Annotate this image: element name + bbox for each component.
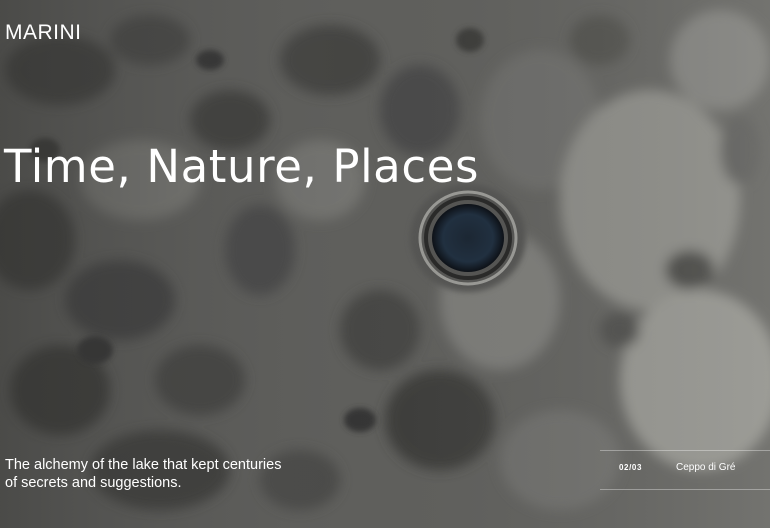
brand-logo[interactable]: MARINI <box>5 22 82 43</box>
slider-navigation[interactable]: 02/03 Ceppo di Gré <box>600 450 770 490</box>
brand-logo-wordmark: MARINI <box>5 21 82 44</box>
stone-texture-background <box>0 0 770 528</box>
slide-counter: 02/03 <box>619 463 643 472</box>
stone-texture-image <box>0 0 770 528</box>
hero-title: Time, Nature, Places <box>4 140 480 193</box>
slide-name-link[interactable]: Ceppo di Gré <box>676 462 735 473</box>
hero-caption: The alchemy of the lake that kept centur… <box>5 457 282 491</box>
